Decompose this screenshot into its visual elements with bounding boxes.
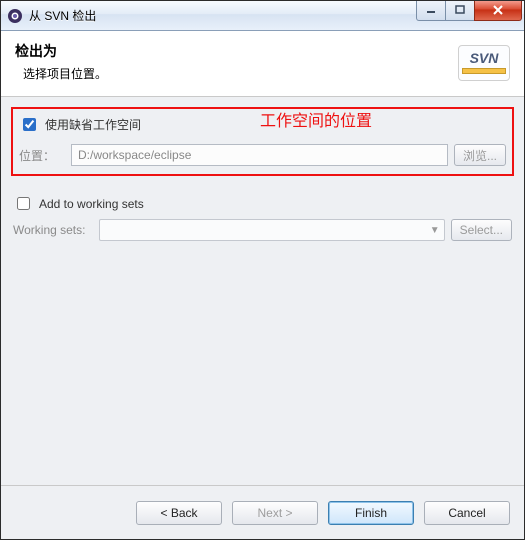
svn-logo-icon: SVN [458,45,510,81]
cancel-button[interactable]: Cancel [424,501,510,525]
working-sets-combo[interactable]: ▼ [99,219,445,241]
add-working-sets-checkbox[interactable] [17,197,30,210]
add-working-sets-label: Add to working sets [39,197,144,211]
annotation-text: 工作空间的位置 [260,107,372,131]
dialog-footer: < Back Next > Finish Cancel [1,485,524,539]
page-subtitle: 选择项目位置。 [23,65,448,82]
dialog-window: 从 SVN 检出 检出为 选择项目位置。 SVN 工作空间的位置 [0,0,525,540]
annotation-highlight: 工作空间的位置 使用缺省工作空间 位置： 浏览... [11,107,514,176]
use-default-workspace-checkbox[interactable] [23,118,36,131]
dialog-header: 检出为 选择项目位置。 SVN [1,31,524,97]
use-default-workspace-label: 使用缺省工作空间 [45,116,141,133]
window-title: 从 SVN 检出 [29,7,417,24]
app-icon [7,8,23,24]
page-title: 检出为 [15,41,448,61]
select-working-sets-button[interactable]: Select... [451,219,512,241]
back-button[interactable]: < Back [136,501,222,525]
titlebar: 从 SVN 检出 [1,1,524,31]
location-label: 位置： [19,147,65,164]
maximize-button[interactable] [445,1,475,21]
location-input[interactable] [71,144,448,166]
chevron-down-icon: ▼ [430,225,440,236]
window-buttons [417,1,522,21]
working-sets-label: Working sets: [13,223,93,237]
dialog-body: 工作空间的位置 使用缺省工作空间 位置： 浏览... Add to workin… [1,97,524,485]
minimize-button[interactable] [416,1,446,21]
browse-button[interactable]: 浏览... [454,144,506,166]
finish-button[interactable]: Finish [328,501,414,525]
next-button[interactable]: Next > [232,501,318,525]
close-button[interactable] [474,1,522,21]
